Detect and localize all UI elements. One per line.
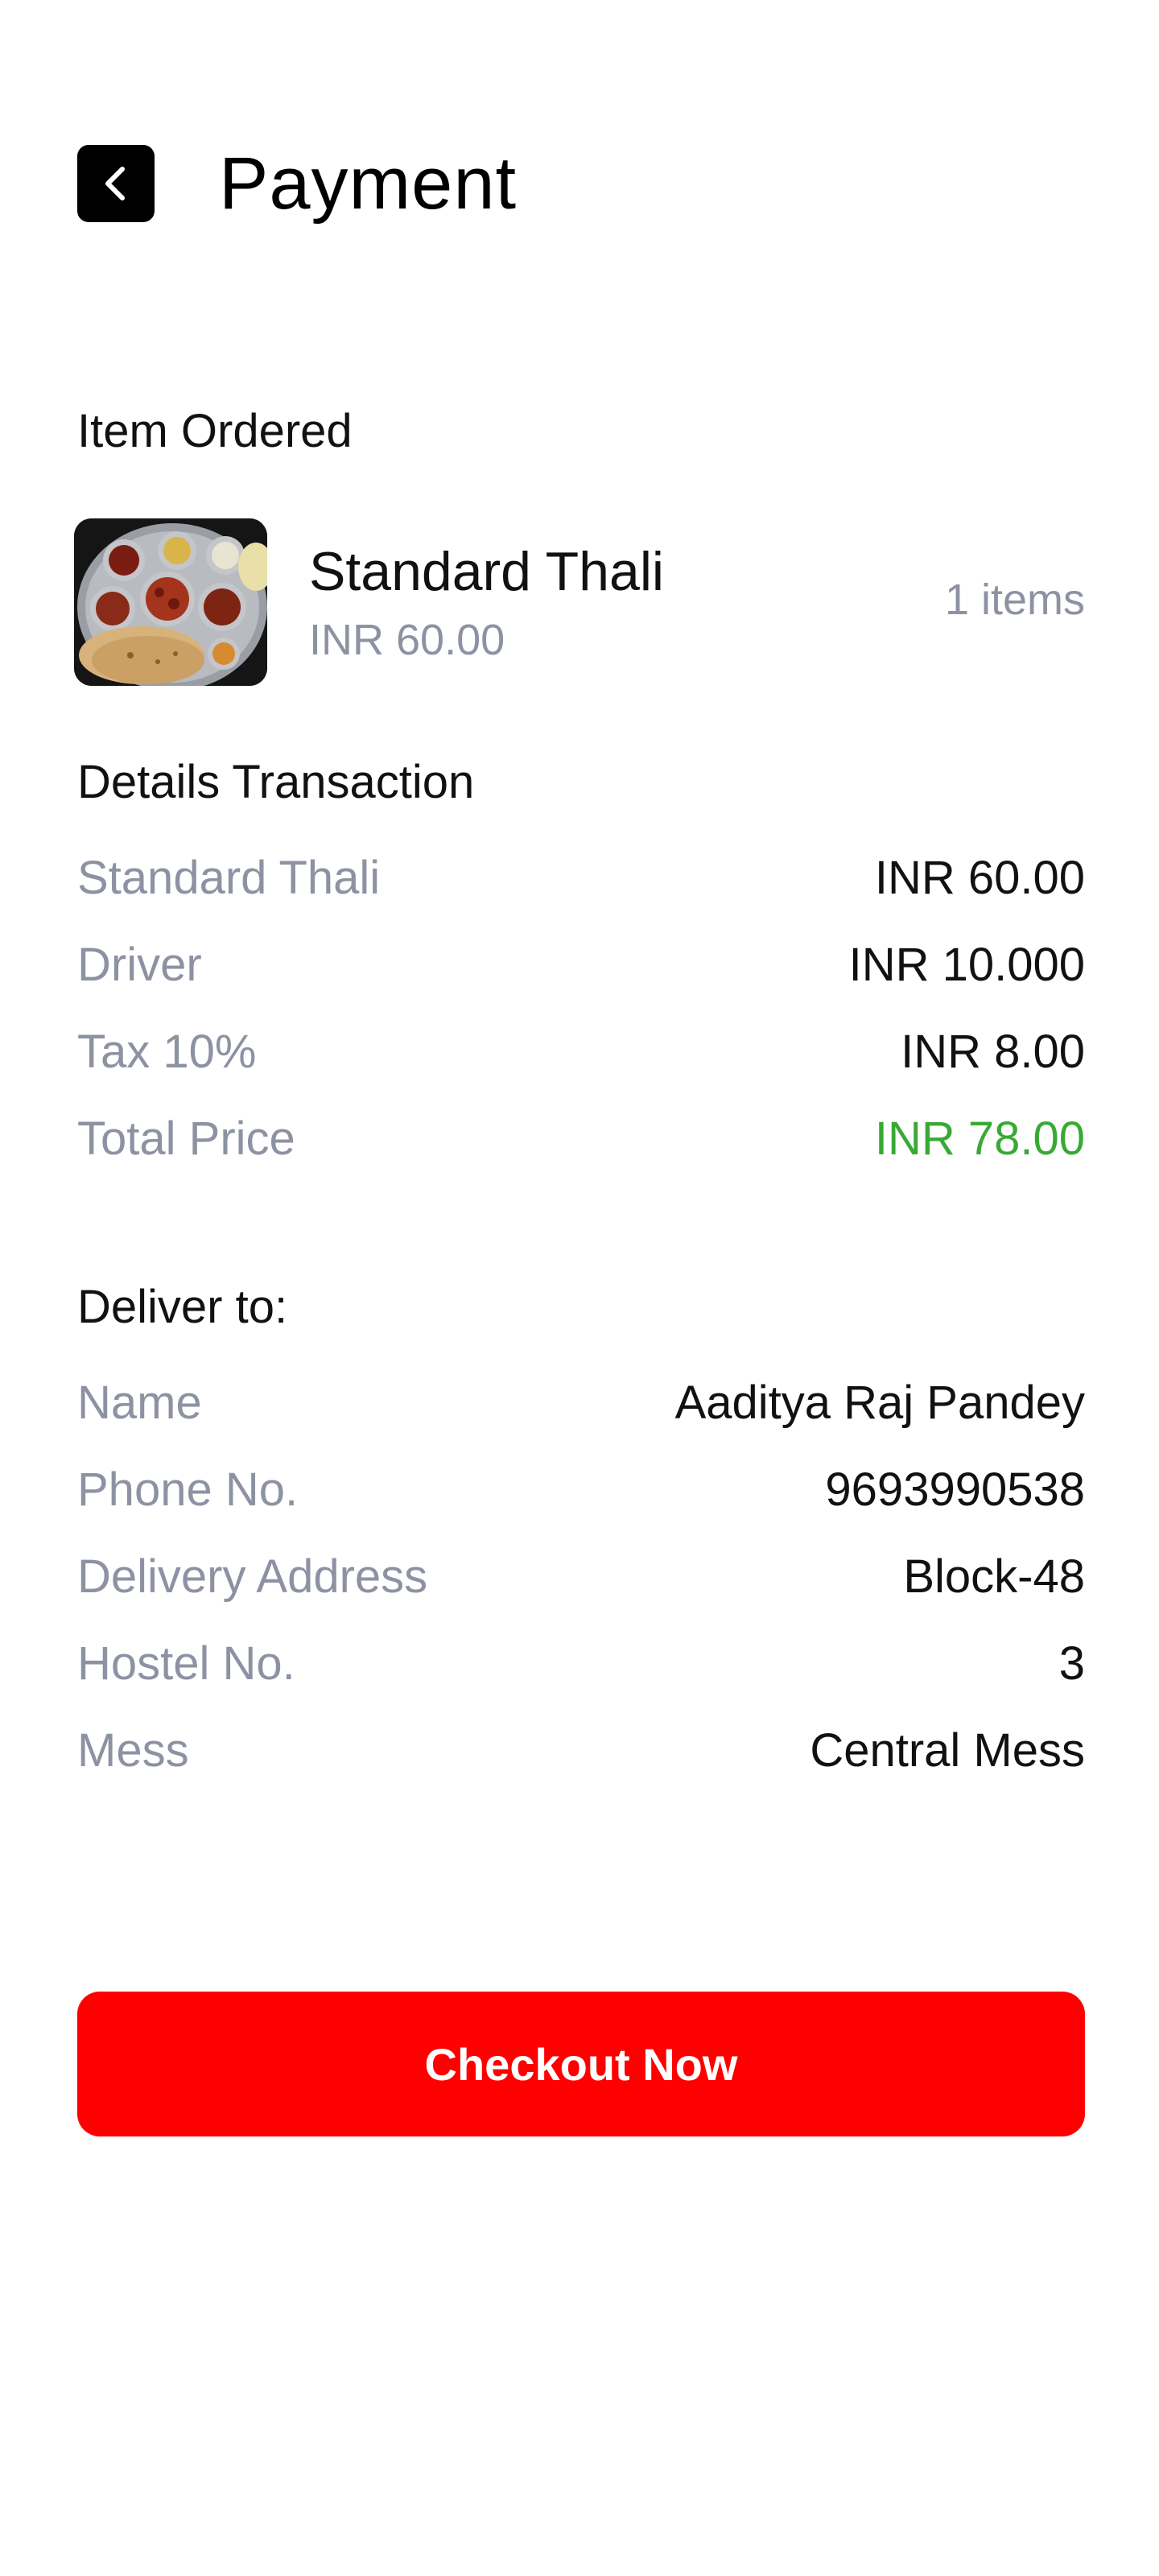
delivery-row-name: Name Aaditya Raj Pandey	[77, 1370, 1085, 1435]
row-label: Delivery Address	[77, 1550, 428, 1603]
row-value: INR 60.00	[874, 851, 1085, 904]
transaction-row-item: Standard Thali INR 60.00	[77, 845, 1085, 910]
total-price-value: INR 78.00	[874, 1112, 1085, 1165]
delivery-row-mess: Mess Central Mess	[77, 1718, 1085, 1782]
row-label: Standard Thali	[77, 851, 381, 904]
chevron-left-icon	[105, 167, 125, 200]
checkout-now-button[interactable]: Checkout Now	[77, 1992, 1085, 2136]
ordered-item-card: Standard Thali INR 60.00 1 items	[74, 518, 1085, 687]
row-label: Mess	[77, 1724, 189, 1777]
row-value: 9693990538	[825, 1463, 1085, 1516]
row-value: 3	[1058, 1637, 1085, 1690]
row-value: INR 8.00	[901, 1025, 1085, 1078]
delivery-row-address: Delivery Address Block-48	[77, 1544, 1085, 1608]
delivery-row-phone: Phone No. 9693990538	[77, 1457, 1085, 1521]
row-value: Central Mess	[810, 1724, 1085, 1777]
thali-food-photo	[74, 518, 267, 686]
row-label: Driver	[77, 938, 202, 991]
deliver-to-heading: Deliver to:	[77, 1281, 288, 1333]
row-label: Phone No.	[77, 1463, 299, 1516]
row-value: Aaditya Raj Pandey	[674, 1376, 1085, 1429]
item-price: INR 60.00	[309, 616, 505, 664]
row-label: Tax 10%	[77, 1025, 257, 1078]
item-name: Standard Thali	[309, 541, 665, 602]
row-value: INR 10.000	[848, 938, 1085, 991]
item-ordered-heading: Item Ordered	[77, 405, 353, 457]
item-quantity: 1 items	[944, 576, 1085, 624]
details-transaction-heading: Details Transaction	[77, 756, 475, 808]
row-label: Hostel No.	[77, 1637, 295, 1690]
page-title: Payment	[219, 142, 518, 225]
delivery-row-hostel: Hostel No. 3	[77, 1631, 1085, 1695]
row-value: Block-48	[903, 1550, 1085, 1603]
row-label: Name	[77, 1376, 202, 1429]
transaction-row-tax: Tax 10% INR 8.00	[77, 1019, 1085, 1084]
transaction-row-driver: Driver INR 10.000	[77, 932, 1085, 997]
back-button[interactable]	[77, 145, 155, 222]
row-label: Total Price	[77, 1112, 295, 1165]
transaction-row-total: Total Price INR 78.00	[77, 1106, 1085, 1170]
